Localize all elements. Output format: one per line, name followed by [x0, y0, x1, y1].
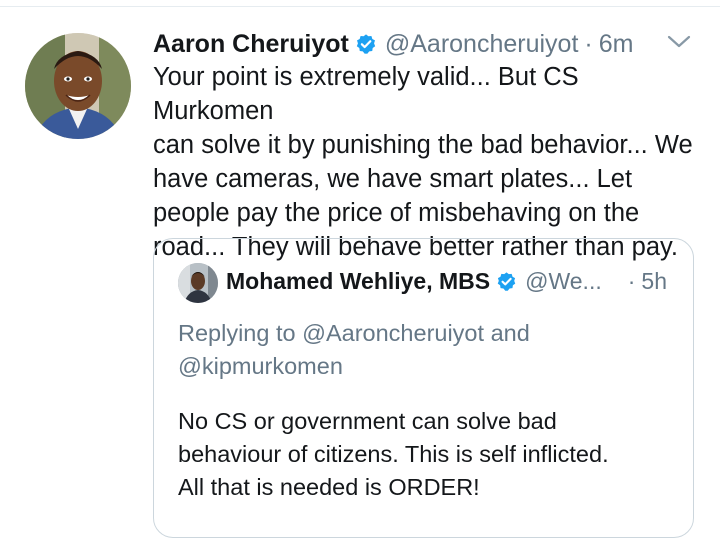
- author-handle[interactable]: @Aaroncheruiyot: [385, 30, 579, 59]
- quoted-tweet-header: Mohamed Wehliye, MBS @We... · 5h: [226, 265, 667, 297]
- replying-to-link-2[interactable]: @kipmurkomen: [178, 353, 343, 379]
- quoted-avatar[interactable]: [178, 263, 218, 303]
- verified-badge-icon: [356, 34, 376, 54]
- divider: [0, 6, 720, 7]
- quoted-tweet[interactable]: Mohamed Wehliye, MBS @We... · 5h Replyin…: [153, 238, 694, 538]
- avatar[interactable]: [25, 33, 131, 139]
- separator-dot: ·: [627, 267, 636, 294]
- quoted-avatar-portrait-icon: [178, 263, 218, 303]
- quoted-author-handle[interactable]: @We...: [525, 268, 602, 295]
- replying-to-prefix: Replying to: [178, 320, 296, 346]
- avatar-portrait-icon: [25, 33, 131, 139]
- timestamp[interactable]: 6m: [599, 30, 634, 59]
- tweet[interactable]: Aaron Cheruiyot @Aaroncheruiyot · 6m You…: [0, 0, 720, 538]
- chevron-down-icon[interactable]: [666, 33, 692, 51]
- separator-dot: ·: [584, 29, 593, 58]
- replying-to-and: and: [490, 320, 530, 346]
- verified-badge-icon: [497, 271, 516, 291]
- author-display-name[interactable]: Aaron Cheruiyot: [153, 30, 349, 59]
- replying-to-link-1[interactable]: @Aaroncheruiyot: [302, 320, 484, 346]
- tweet-text: Your point is extremely valid... But CS …: [153, 63, 693, 261]
- quoted-timestamp[interactable]: 5h: [641, 268, 667, 295]
- quoted-author-display-name[interactable]: Mohamed Wehliye, MBS: [226, 268, 490, 295]
- replying-to: Replying to @Aaroncheruiyot and @kipmurko…: [178, 317, 678, 383]
- quoted-tweet-text: No CS or government can solve bad behavi…: [178, 408, 609, 500]
- tweet-header: Aaron Cheruiyot @Aaroncheruiyot · 6m: [153, 26, 633, 62]
